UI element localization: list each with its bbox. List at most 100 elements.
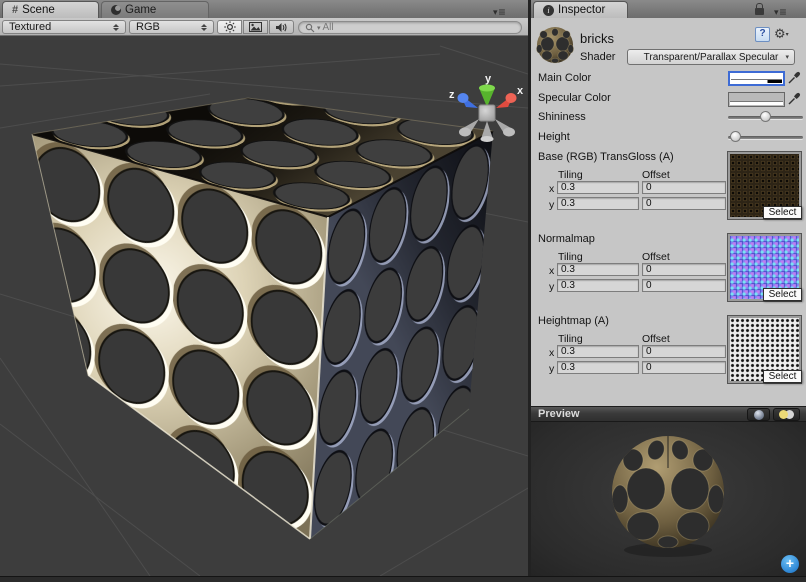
render-overlay-button[interactable] xyxy=(243,20,268,34)
offset-x-input[interactable] xyxy=(642,263,726,276)
scene-viewport[interactable]: y x z xyxy=(0,36,528,576)
tab-inspector-label: Inspector xyxy=(558,4,605,16)
tiling-header: Tiling xyxy=(558,169,583,181)
preview-lighting-button[interactable] xyxy=(773,408,800,421)
scene-toolbar: Textured RGB xyxy=(0,18,528,36)
tab-game[interactable]: Game xyxy=(101,1,209,18)
add-button[interactable]: + xyxy=(781,555,799,573)
scene-pane: # Scene Game ▾≡ Textured RGB xyxy=(0,0,528,576)
x-row-label: x xyxy=(549,265,554,277)
render-mode-dropdown[interactable]: Textured xyxy=(2,20,126,34)
search-filter-chevron-icon[interactable]: ▾ xyxy=(317,24,321,32)
material-name: bricks xyxy=(580,31,614,46)
gear-icon[interactable]: ⚙▾ xyxy=(774,27,789,42)
y-row-label: y xyxy=(549,199,554,211)
gizmo-center-cube[interactable] xyxy=(479,105,495,121)
tab-scene[interactable]: # Scene xyxy=(2,1,99,18)
preview-mesh-button[interactable] xyxy=(747,408,770,421)
audio-icon xyxy=(275,22,288,33)
tiling-x-input[interactable] xyxy=(557,181,639,194)
preview-area[interactable]: + xyxy=(531,422,806,576)
height-slider-handle[interactable] xyxy=(730,131,741,142)
grid-icon: # xyxy=(12,4,18,16)
gizmo-z-label: z xyxy=(449,89,455,101)
section-title: Base (RGB) TransGloss (A) xyxy=(538,151,674,163)
updown-arrows-icon xyxy=(113,24,119,31)
shininess-slider[interactable] xyxy=(728,116,803,119)
search-placeholder: All xyxy=(323,22,334,33)
shininess-slider-handle[interactable] xyxy=(760,111,771,122)
audio-toggle-button[interactable] xyxy=(269,20,294,34)
chevron-down-icon: ▾ xyxy=(785,53,789,61)
inspector-pane: i Inspector ▾≡ bricks Shader T xyxy=(531,0,806,576)
preview-header[interactable]: Preview xyxy=(531,406,806,422)
gizmo-y-label: y xyxy=(485,73,492,85)
eyedropper-icon[interactable] xyxy=(787,70,801,85)
select-button[interactable]: Select xyxy=(763,288,802,301)
render-mode-value: Textured xyxy=(9,21,51,33)
height-label: Height xyxy=(538,131,570,143)
main-color-swatch[interactable] xyxy=(728,71,785,86)
offset-y-input[interactable] xyxy=(642,197,726,210)
select-button[interactable]: Select xyxy=(763,206,802,219)
offset-x-input[interactable] xyxy=(642,345,726,358)
offset-header: Offset xyxy=(642,251,670,263)
color-mode-value: RGB xyxy=(136,21,160,33)
tab-inspector[interactable]: i Inspector xyxy=(533,1,628,18)
info-icon: i xyxy=(543,5,554,16)
tiling-y-input[interactable] xyxy=(557,279,639,292)
tiling-x-input[interactable] xyxy=(557,263,639,276)
offset-header: Offset xyxy=(642,169,670,181)
tab-game-label: Game xyxy=(125,4,156,16)
shader-value: Transparent/Parallax Specular xyxy=(644,52,779,63)
tab-scene-label: Scene xyxy=(22,4,55,16)
preview-title: Preview xyxy=(538,408,580,420)
image-icon xyxy=(249,22,262,32)
scene-tabbar: # Scene Game ▾≡ xyxy=(0,0,528,18)
help-icon[interactable]: ? xyxy=(755,27,770,42)
texture-section-base: Base (RGB) TransGloss (A) Tiling Offset … xyxy=(531,150,806,232)
x-row-label: x xyxy=(549,183,554,195)
offset-header: Offset xyxy=(642,333,670,345)
y-row-label: y xyxy=(549,281,554,293)
offset-y-input[interactable] xyxy=(642,279,726,292)
preview-sphere xyxy=(531,422,806,576)
texture-section-heightmap: Heightmap (A) Tiling Offset x y Select xyxy=(531,314,806,396)
offset-x-input[interactable] xyxy=(642,181,726,194)
color-mode-dropdown[interactable]: RGB xyxy=(129,20,214,34)
shininess-label: Shininess xyxy=(538,111,586,123)
texture-section-normalmap: Normalmap Tiling Offset x y Select xyxy=(531,232,806,314)
scene-panel-menu-icon[interactable]: ▾≡ xyxy=(493,5,507,19)
select-button[interactable]: Select xyxy=(763,370,802,383)
search-icon xyxy=(305,23,315,33)
updown-arrows-icon xyxy=(201,24,207,31)
lighting-toggle-button[interactable] xyxy=(217,20,242,34)
section-title: Heightmap (A) xyxy=(538,315,609,327)
sphere-icon xyxy=(754,410,764,420)
tiling-header: Tiling xyxy=(558,251,583,263)
tiling-y-input[interactable] xyxy=(557,197,639,210)
lock-icon[interactable] xyxy=(755,8,764,15)
search-input[interactable]: ▾ All xyxy=(298,21,522,34)
height-slider[interactable] xyxy=(728,136,803,139)
tiling-x-input[interactable] xyxy=(557,345,639,358)
inspector-tabbar: i Inspector ▾≡ xyxy=(531,0,806,18)
y-row-label: y xyxy=(549,363,554,375)
eyedropper-icon[interactable] xyxy=(787,91,801,106)
x-row-label: x xyxy=(549,347,554,359)
material-ball-icon xyxy=(536,26,574,64)
sun-icon xyxy=(224,21,236,33)
light-on-icon xyxy=(779,410,788,419)
tiling-y-input[interactable] xyxy=(557,361,639,374)
main-color-alpha-bar xyxy=(731,79,782,83)
specular-color-label: Specular Color xyxy=(538,92,611,104)
window-bottom-edge xyxy=(0,576,806,582)
game-icon xyxy=(111,5,121,15)
inspector-content: bricks Shader Transparent/Parallax Specu… xyxy=(531,18,806,406)
specular-color-swatch[interactable] xyxy=(728,92,785,107)
offset-y-input[interactable] xyxy=(642,361,726,374)
section-title: Normalmap xyxy=(538,233,595,245)
shader-dropdown[interactable]: Transparent/Parallax Specular ▾ xyxy=(627,49,795,65)
inspector-panel-menu-icon[interactable]: ▾≡ xyxy=(774,5,788,19)
specular-color-alpha-bar xyxy=(730,101,783,105)
